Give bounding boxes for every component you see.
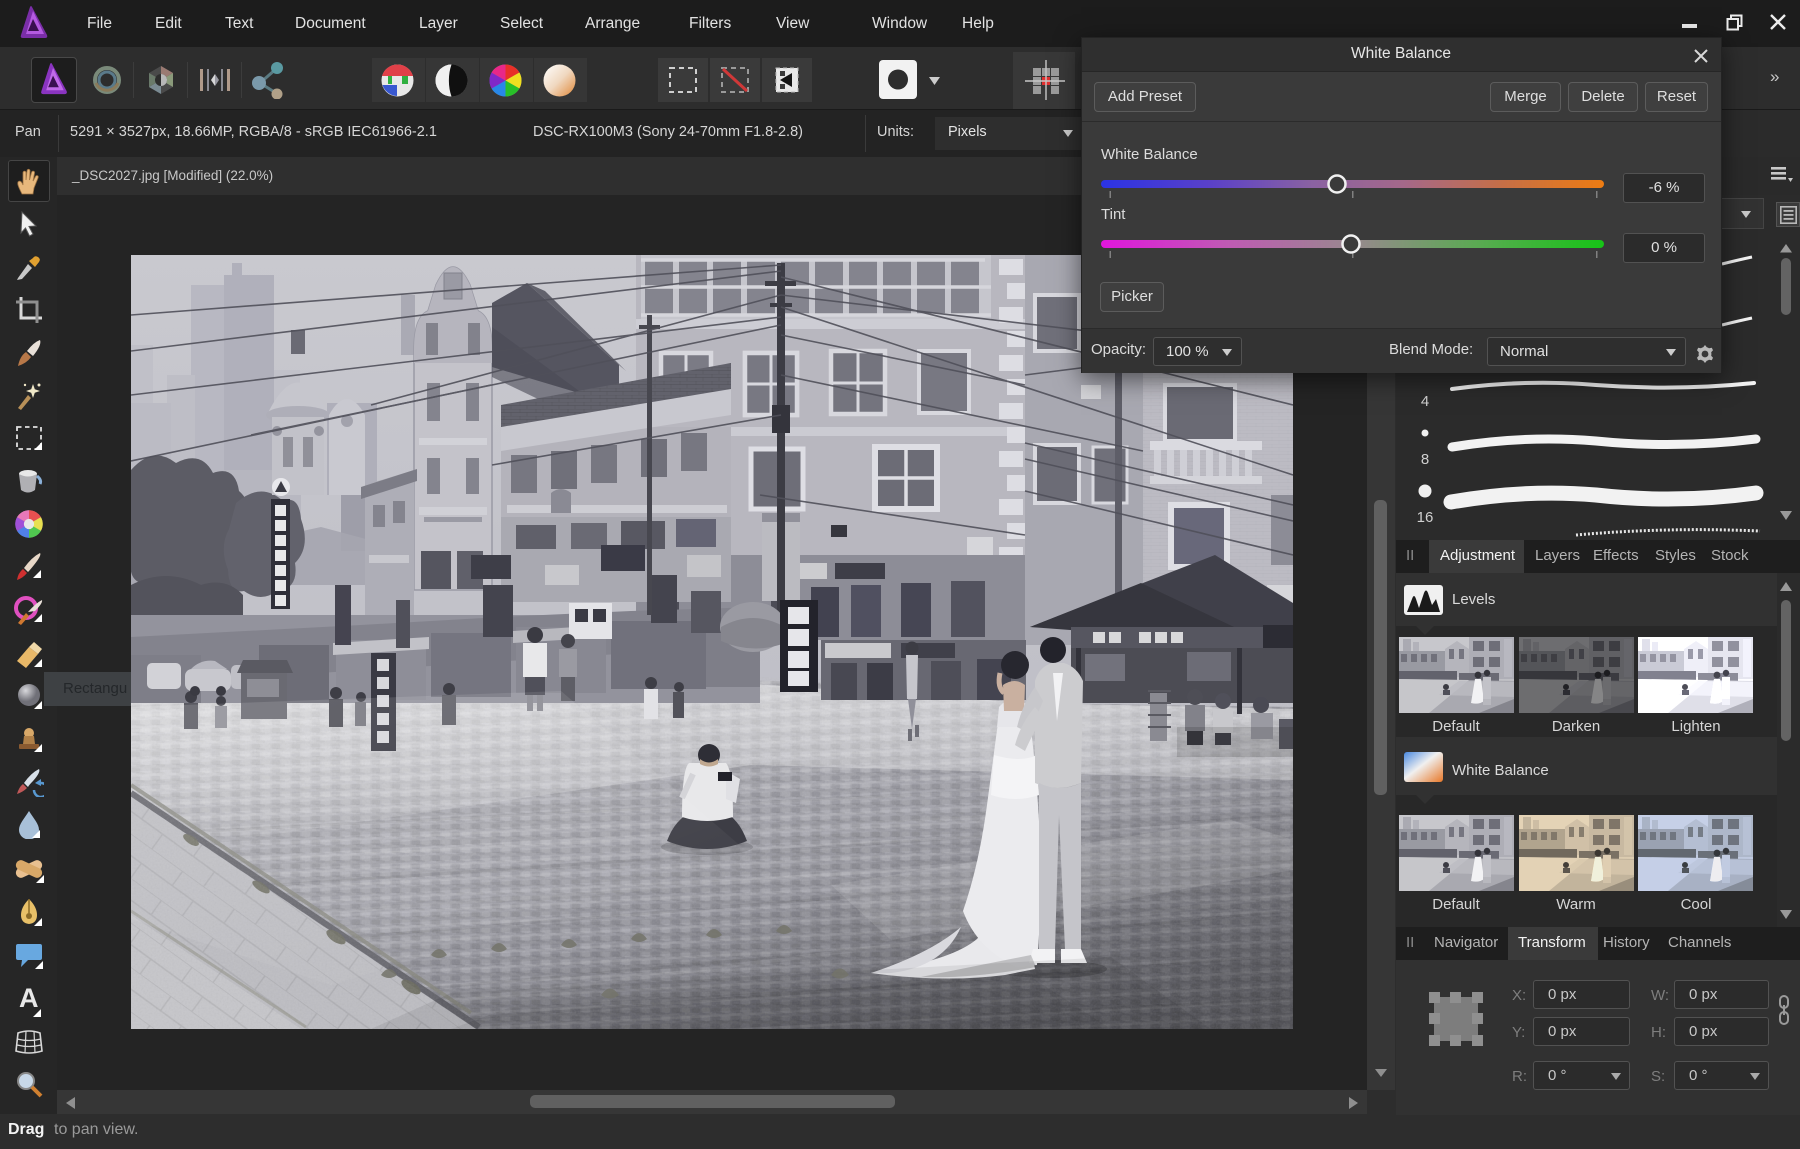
svg-text:4: 4 [1421, 393, 1429, 410]
svg-text:8: 8 [1421, 451, 1429, 468]
svg-text:16: 16 [1417, 509, 1434, 526]
